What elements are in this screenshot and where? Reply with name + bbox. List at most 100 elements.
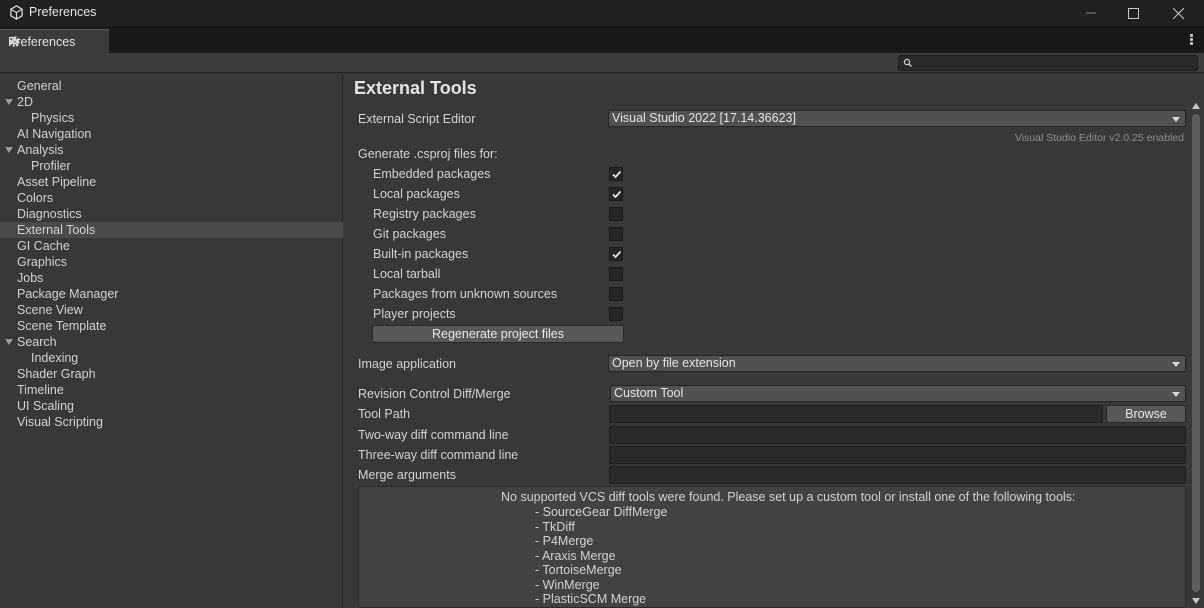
tab-preferences[interactable]: Preferences [0,29,109,53]
sidebar-item-2d[interactable]: 2D [0,94,343,110]
option-git-label: Git packages [373,227,446,241]
expand-arrow-icon[interactable] [5,339,13,345]
chevron-down-icon [1172,362,1180,367]
sidebar-item-visual-scripting[interactable]: Visual Scripting [0,414,343,430]
registry-packages-checkbox[interactable] [609,207,623,221]
sidebar-item-diagnostics[interactable]: Diagnostics [0,206,343,222]
checkmark-icon [612,170,622,179]
merge-arguments-label: Merge arguments [358,468,456,482]
two-way-diff-field[interactable] [609,426,1186,444]
option-player-label: Player projects [373,307,456,321]
tool-path-label: Tool Path [358,407,411,421]
three-way-diff-label: Three-way diff command line [358,448,519,462]
page-title: External Tools [354,78,477,98]
scrollbar-thumb[interactable] [1192,114,1200,592]
vcs-tool-item: - P4Merge [535,534,594,548]
local-packages-checkbox[interactable] [609,187,623,201]
sidebar-item-physics[interactable]: Physics [0,110,343,126]
tool-path-field[interactable] [609,405,1103,423]
chevron-down-icon [1172,392,1180,397]
vcs-help-intro: No supported VCS diff tools were found. … [501,490,1076,504]
three-way-diff-field[interactable] [609,446,1186,464]
toolbar [0,53,1204,73]
search-input[interactable] [915,56,1195,70]
option-registry-label: Registry packages [373,207,476,221]
scroll-up-icon[interactable] [1192,103,1200,109]
vcs-tool-item: - Araxis Merge [535,548,616,563]
sidebar-item-scene-view[interactable]: Scene View [0,302,343,318]
sidebar-item-asset-pipeline[interactable]: Asset Pipeline [0,174,343,190]
option-tarball-label: Local tarball [373,267,441,281]
sidebar-item-timeline[interactable]: Timeline [0,382,343,398]
sidebar-item-profiler[interactable]: Profiler [0,158,343,174]
expand-arrow-icon[interactable] [5,147,13,153]
tab-label: Preferences [8,34,76,49]
sidebar-item-ai-navigation[interactable]: AI Navigation [0,126,343,142]
option-builtin-label: Built-in packages [373,247,469,261]
git-packages-checkbox[interactable] [609,227,623,241]
sidebar-item-package-manager[interactable]: Package Manager [0,286,343,302]
sidebar-item-analysis[interactable]: Analysis [0,142,343,158]
sidebar-item-general[interactable]: General [0,78,343,94]
close-icon [1172,7,1184,19]
main-panel: External Tools External Script Editor Vi… [344,74,1204,608]
option-local-label: Local packages [373,187,460,201]
sidebar-item-search[interactable]: Search [0,334,343,350]
image-application-value: Open by file extension [612,356,736,370]
maximize-button[interactable] [1110,0,1156,26]
builtin-packages-checkbox[interactable] [609,247,623,261]
sidebar-item-scene-template[interactable]: Scene Template [0,318,343,334]
sidebar-item-ui-scaling[interactable]: UI Scaling [0,398,343,414]
script-editor-value: Visual Studio 2022 [17.14.36623] [612,111,796,125]
tab-strip: Preferences [0,26,1204,53]
minimize-button[interactable] [1068,0,1114,26]
image-application-dropdown[interactable]: Open by file extension [608,355,1186,372]
window-titlebar: Preferences [0,0,1204,26]
close-button[interactable] [1155,0,1201,26]
chevron-down-icon [1172,117,1180,122]
search-box[interactable] [898,55,1198,71]
vertical-scrollbar[interactable] [1190,100,1202,606]
sidebar-item-graphics[interactable]: Graphics [0,254,343,270]
vcs-tool-item: - TkDiff [535,519,575,534]
revision-control-dropdown[interactable]: Custom Tool [610,385,1186,402]
vcs-help-box: No supported VCS diff tools were found. … [358,486,1186,608]
sidebar-item-shader-graph[interactable]: Shader Graph [0,366,343,382]
revision-control-label: Revision Control Diff/Merge [358,387,511,401]
vcs-tool-item: - TortoiseMerge [535,563,622,577]
unity-cube-icon [10,5,23,20]
player-projects-checkbox[interactable] [609,307,623,321]
unknown-sources-checkbox[interactable] [609,287,623,301]
maximize-icon [1127,7,1139,19]
two-way-diff-label: Two-way diff command line [358,428,509,442]
checkmark-icon [612,190,622,199]
sidebar-item-gi-cache[interactable]: GI Cache [0,238,343,254]
window-title: Preferences [29,5,97,19]
merge-arguments-field[interactable] [609,466,1186,484]
option-unknown-label: Packages from unknown sources [373,287,558,301]
embedded-packages-checkbox[interactable] [609,167,623,181]
sidebar-item-external-tools[interactable]: External Tools [0,222,343,238]
checkmark-icon [612,250,622,259]
option-embedded-label: Embedded packages [373,167,491,181]
script-editor-label: External Script Editor [358,112,476,126]
sidebar-item-jobs[interactable]: Jobs [0,270,343,286]
editor-version-note: Visual Studio Editor v2.0.25 enabled [1014,132,1184,144]
script-editor-dropdown[interactable]: Visual Studio 2022 [17.14.36623] [608,110,1186,127]
search-icon [903,58,912,67]
revision-control-value: Custom Tool [614,386,684,400]
sidebar-item-indexing[interactable]: Indexing [0,350,343,366]
image-application-label: Image application [358,357,456,371]
csproj-label: Generate .csproj files for: [358,147,498,161]
browse-button[interactable]: Browse [1106,405,1186,423]
vcs-tool-item: - WinMerge [535,577,600,592]
kebab-menu-icon[interactable] [1190,34,1194,46]
expand-arrow-icon[interactable] [5,99,13,105]
vcs-tool-item: - PlasticSCM Merge [535,592,647,606]
local-tarball-checkbox[interactable] [609,267,623,281]
scroll-down-icon[interactable] [1192,598,1200,604]
regenerate-project-files-button[interactable]: Regenerate project files [372,325,624,343]
vcs-tool-item: - SourceGear DiffMerge [535,505,668,519]
sidebar-item-colors[interactable]: Colors [0,190,343,206]
minimize-icon [1086,12,1096,14]
